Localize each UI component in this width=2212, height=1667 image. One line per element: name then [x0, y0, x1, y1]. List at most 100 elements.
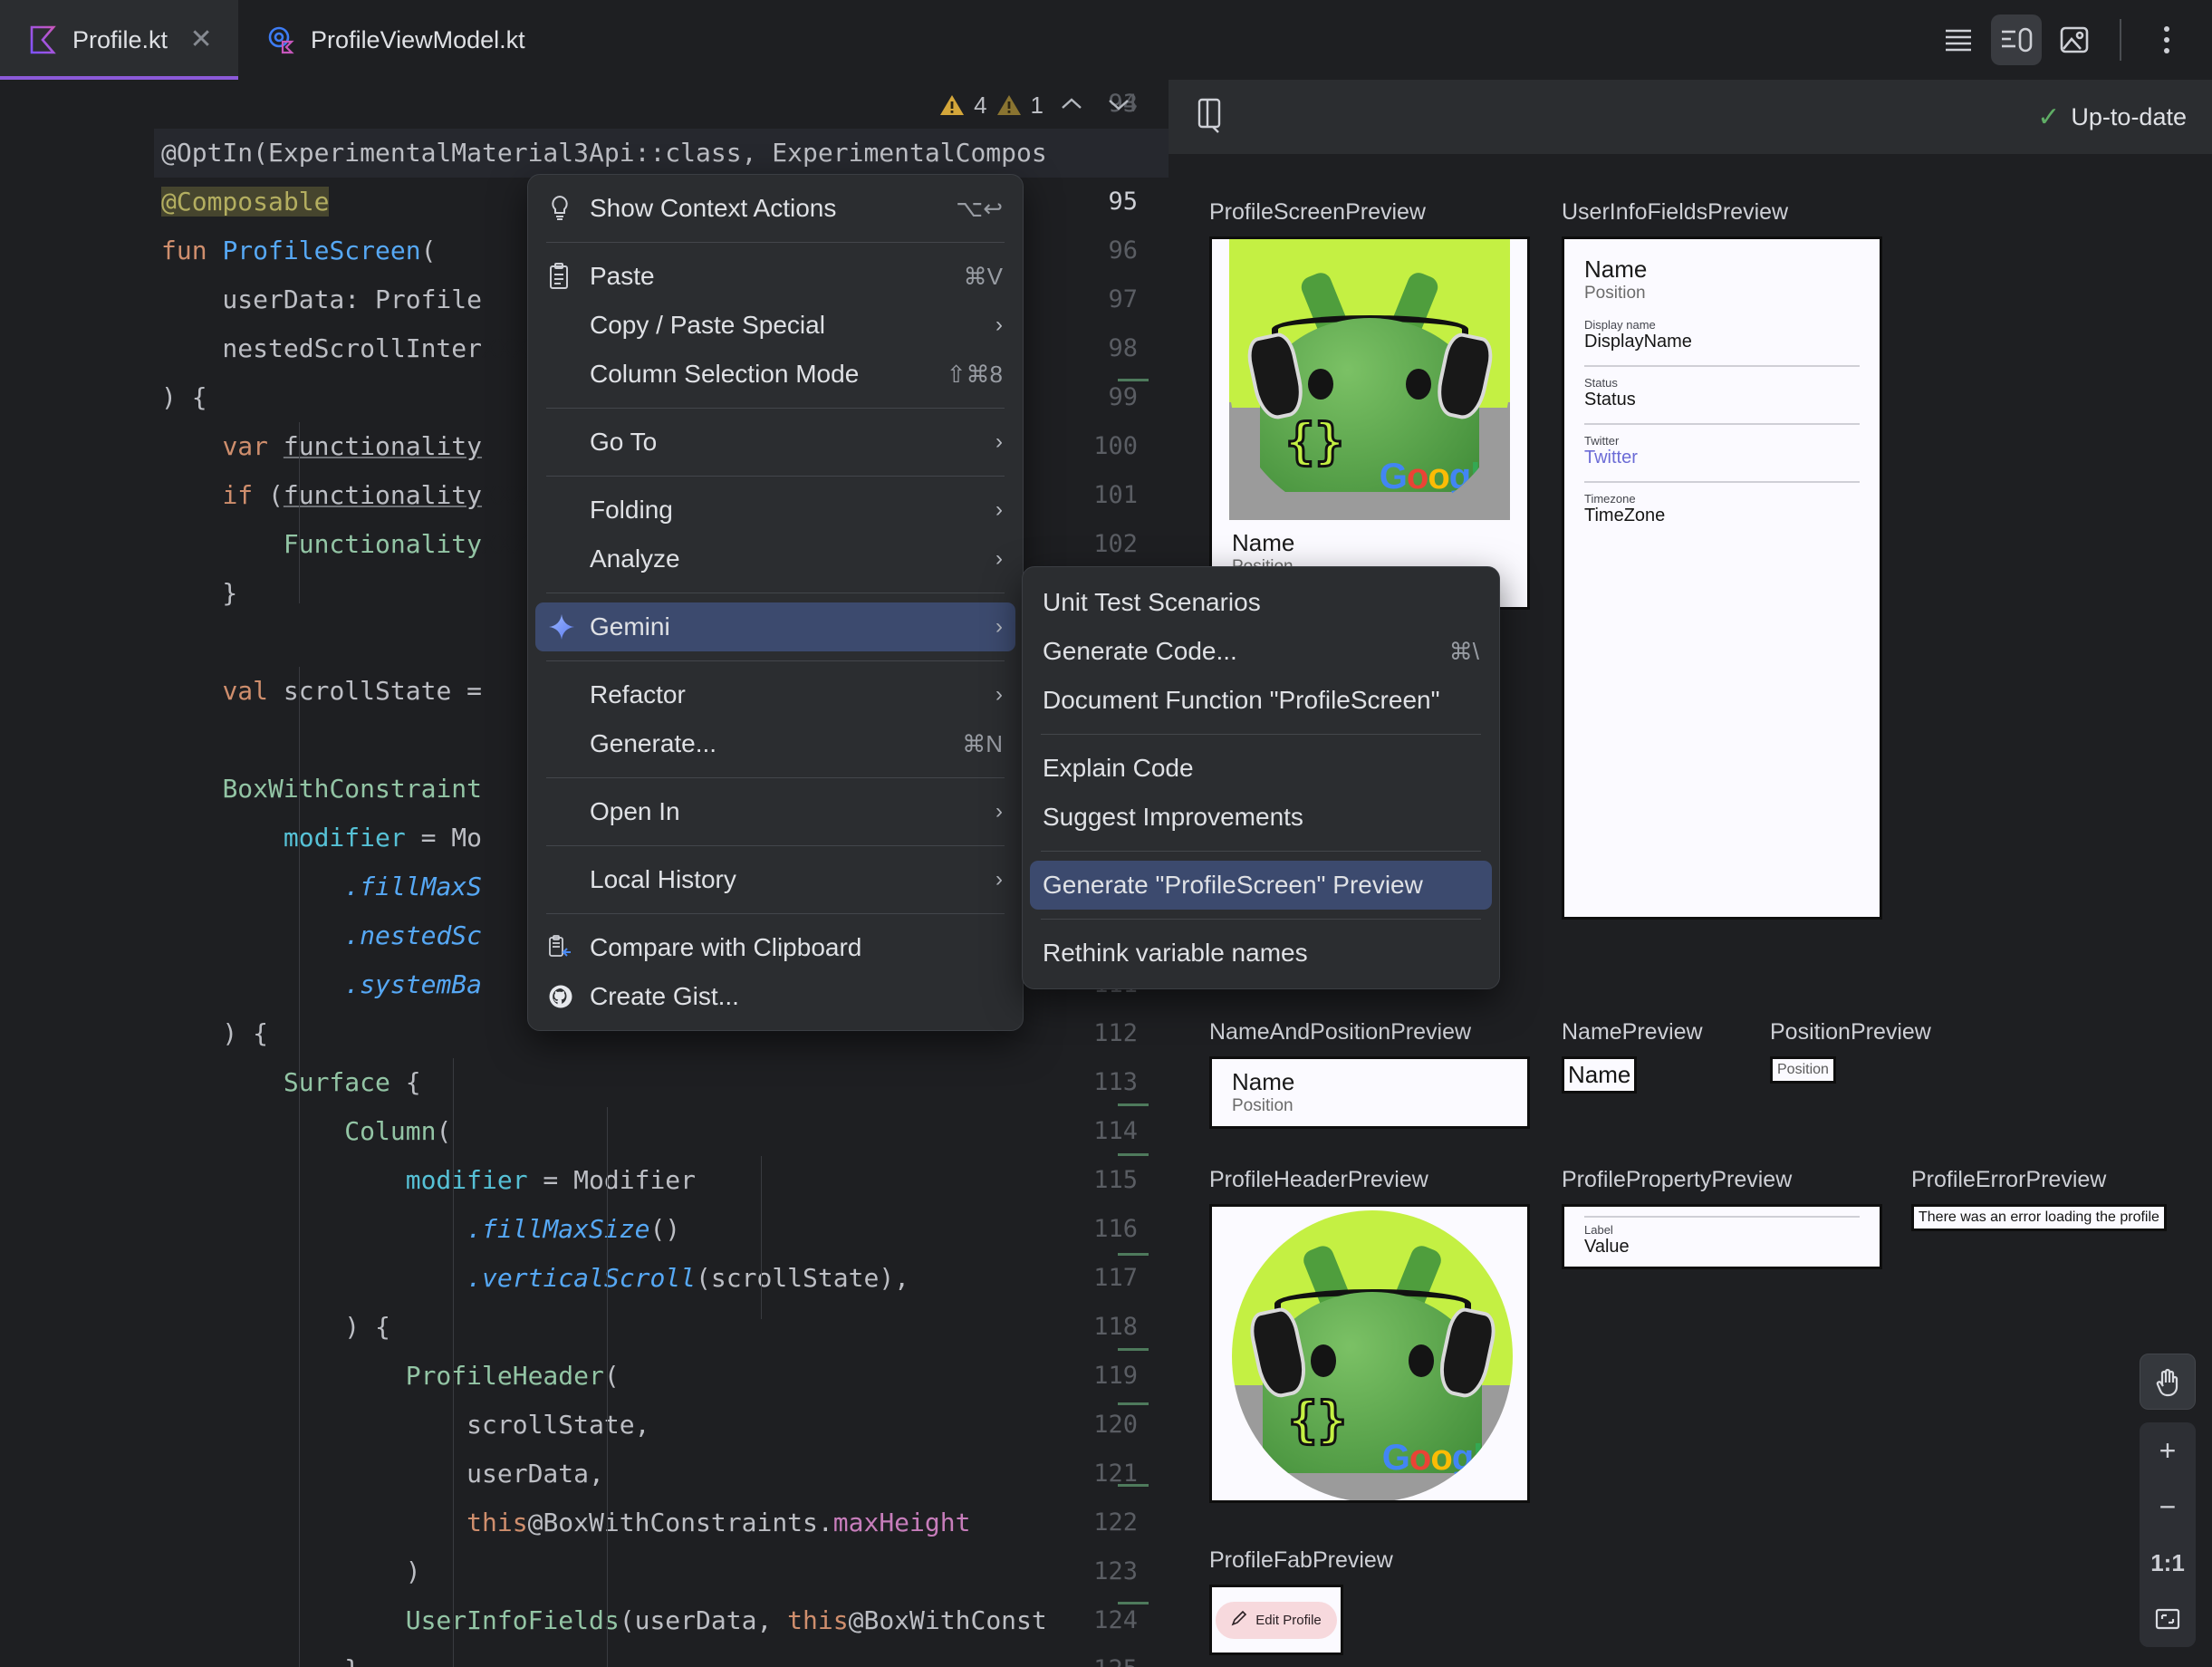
code-line: BoxWithConstraint — [222, 774, 483, 804]
edit-profile-fab[interactable]: Edit Profile — [1216, 1601, 1337, 1639]
chevron-right-icon: › — [995, 867, 1003, 891]
inspection-widget[interactable]: 4 1 — [939, 82, 1138, 129]
chevron-right-icon: › — [995, 614, 1003, 639]
preview-card-label: NameAndPositionPreview — [1209, 1019, 1472, 1045]
menu-item-go-to[interactable]: Go To › — [528, 418, 1023, 467]
zoom-out-button[interactable]: − — [2140, 1479, 2196, 1535]
editor-context-menu: Show Context Actions ⌥↩ Paste ⌘V Copy / … — [527, 174, 1024, 1031]
menu-item-unit-test-scenarios[interactable]: Unit Test Scenarios — [1023, 578, 1499, 627]
menu-item-compare-with-clipboard[interactable]: Compare with Clipboard — [528, 923, 1023, 972]
kotlin-viewmodel-icon — [265, 24, 296, 55]
preview-card-profileproperty[interactable]: ProfilePropertyPreview Label Value — [1562, 1167, 1882, 1269]
menu-item-create-gist[interactable]: Create Gist... — [528, 972, 1023, 1021]
zoom-in-button[interactable]: + — [2140, 1422, 2196, 1479]
weak-warning-count: 1 — [1030, 91, 1043, 119]
preview-header: ✓ Up-to-date — [1169, 80, 2212, 154]
menu-item-analyze[interactable]: Analyze › — [528, 535, 1023, 583]
android-avatar-image: {} Google — [1212, 239, 1527, 520]
field-label: Twitter — [1584, 434, 1620, 448]
code-line: .verticalScroll(scrollState), — [466, 1263, 910, 1293]
menu-separator — [546, 845, 1005, 846]
menu-item-generate-profilescreen-preview[interactable]: Generate "ProfileScreen" Preview — [1030, 861, 1492, 910]
menu-item-open-in[interactable]: Open In › — [528, 787, 1023, 836]
tab-label: ProfileViewModel.kt — [311, 25, 525, 53]
menu-separator — [1041, 734, 1481, 735]
close-icon[interactable]: ✕ — [188, 26, 215, 53]
menu-separator — [546, 408, 1005, 409]
image-preview-icon[interactable] — [2049, 14, 2100, 65]
preview-render-frame[interactable]: {} Google Name Position — [1209, 236, 1530, 610]
preview-render-frame[interactable]: Label Value — [1562, 1204, 1882, 1269]
preview-field-row: Display name DisplayName — [1584, 309, 1860, 367]
tab-profile-kt[interactable]: Profile.kt ✕ — [0, 0, 239, 80]
code-line: @OptIn(ExperimentalMaterial3Api::class, … — [161, 138, 1047, 168]
change-marker — [1118, 1153, 1149, 1156]
menu-item-rethink-variable-names[interactable]: Rethink variable names — [1023, 929, 1499, 978]
preview-card-name[interactable]: NamePreview Name — [1562, 1019, 1703, 1094]
preview-status-label: Up-to-date — [2071, 102, 2187, 130]
preview-name-text: Name — [1232, 1068, 1295, 1095]
warning-count: 4 — [974, 91, 987, 119]
menu-item-local-history[interactable]: Local History › — [528, 855, 1023, 904]
preview-render-frame[interactable]: {} Google — [1209, 1204, 1530, 1503]
menu-item-generate[interactable]: Generate... ⌘N — [528, 719, 1023, 768]
code-line: fun ProfileScreen( — [161, 236, 437, 265]
more-options-icon[interactable] — [2141, 14, 2192, 65]
preview-card-label: ProfilePropertyPreview — [1562, 1167, 1793, 1192]
menu-item-label: Generate "ProfileScreen" Preview — [1043, 871, 1423, 899]
preview-card-profileheader[interactable]: ProfileHeaderPreview {} Google — [1209, 1167, 1530, 1503]
field-value: DisplayName — [1584, 332, 1692, 352]
next-problem-icon[interactable] — [1100, 92, 1138, 118]
menu-item-refactor[interactable]: Refactor › — [528, 670, 1023, 719]
field-label: Label — [1584, 1223, 1613, 1237]
field-value[interactable]: Twitter — [1584, 448, 1860, 468]
preview-card-label: UserInfoFieldsPreview — [1562, 199, 1789, 225]
split-view-icon[interactable] — [1991, 14, 2042, 65]
field-value: Status — [1584, 390, 1636, 410]
chevron-right-icon: › — [995, 682, 1003, 707]
menu-item-folding[interactable]: Folding › — [528, 486, 1023, 535]
preview-render-frame[interactable]: Edit Profile — [1209, 1585, 1343, 1655]
actual-size-button[interactable]: 1:1 — [2140, 1535, 2196, 1591]
preview-card-profilescreen[interactable]: ProfileScreenPreview {} Google Name — [1209, 199, 1530, 610]
menu-item-generate-code[interactable]: Generate Code... ⌘\ — [1023, 627, 1499, 676]
fit-screen-icon[interactable] — [2140, 1591, 2196, 1647]
preview-name-text: Name — [1568, 1061, 1631, 1088]
indent-guide — [453, 1058, 454, 1667]
preview-layout-icon[interactable] — [1194, 96, 1225, 139]
menu-item-column-selection-mode[interactable]: Column Selection Mode ⇧⌘8 — [528, 350, 1023, 399]
menu-separator — [546, 242, 1005, 243]
code-line: ) { — [161, 1312, 390, 1342]
menu-item-document-function[interactable]: Document Function "ProfileScreen" — [1023, 676, 1499, 725]
preview-render-frame[interactable]: Name Position — [1209, 1056, 1530, 1129]
preview-card-profilefab[interactable]: ProfileFabPreview Edit Profile — [1209, 1547, 1393, 1655]
preview-card-nameandposition[interactable]: NameAndPositionPreview Name Position — [1209, 1019, 1530, 1129]
menu-item-label: Create Gist... — [590, 982, 739, 1010]
menu-item-shortcut: ⇧⌘8 — [946, 360, 1003, 388]
code-line: ) { — [161, 382, 207, 412]
menu-item-copy-paste-special[interactable]: Copy / Paste Special › — [528, 301, 1023, 350]
fab-label: Edit Profile — [1255, 1612, 1322, 1628]
list-view-icon[interactable] — [1933, 14, 1984, 65]
indent-guide — [299, 667, 300, 1667]
preview-render-frame[interactable]: There was an error loading the profile — [1911, 1204, 2167, 1231]
menu-item-show-context-actions[interactable]: Show Context Actions ⌥↩ — [528, 184, 1023, 233]
preview-render-frame[interactable]: Name Position Display name DisplayName S… — [1562, 236, 1882, 920]
menu-item-gemini[interactable]: Gemini › — [535, 602, 1015, 651]
menu-item-paste[interactable]: Paste ⌘V — [528, 252, 1023, 301]
change-marker — [1118, 1253, 1149, 1256]
preview-position-text: Position — [1777, 1062, 1829, 1077]
preview-render-frame[interactable]: Name — [1562, 1056, 1638, 1094]
preview-card-userinfofields[interactable]: UserInfoFieldsPreview Name Position Disp… — [1562, 199, 1882, 920]
menu-item-explain-code[interactable]: Explain Code — [1023, 744, 1499, 793]
preview-card-position[interactable]: PositionPreview Position — [1770, 1019, 1931, 1084]
menu-item-suggest-improvements[interactable]: Suggest Improvements — [1023, 793, 1499, 842]
github-icon — [548, 984, 590, 1009]
preview-card-label: NamePreview — [1562, 1019, 1703, 1045]
preview-card-profileerror[interactable]: ProfileErrorPreview There was an error l… — [1911, 1167, 2167, 1231]
prev-problem-icon[interactable] — [1053, 92, 1091, 118]
pan-hand-icon[interactable] — [2140, 1354, 2196, 1410]
preview-render-frame[interactable]: Position — [1770, 1056, 1836, 1084]
preview-field-row: Twitter Twitter — [1584, 425, 1860, 483]
tab-profileviewmodel-kt[interactable]: ProfileViewModel.kt — [238, 0, 549, 80]
